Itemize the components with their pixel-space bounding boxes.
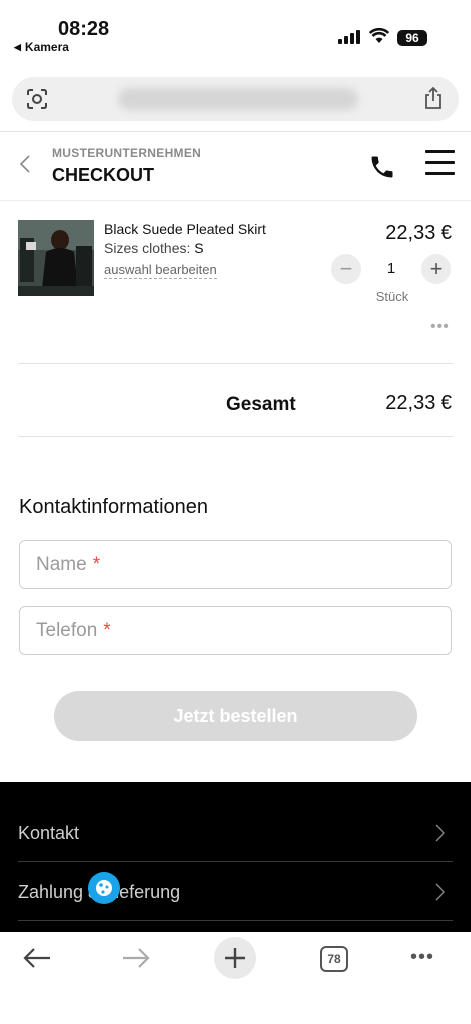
cookie-glyph bbox=[96, 880, 112, 896]
arrow-left-icon[interactable] bbox=[22, 946, 52, 970]
edit-selection-link[interactable]: auswahl bearbeiten bbox=[104, 262, 217, 279]
menu-line bbox=[425, 150, 455, 153]
total-label: Gesamt bbox=[226, 394, 296, 415]
product-size: Sizes clothes: S bbox=[104, 240, 204, 256]
phone-placeholder: Telefon bbox=[36, 619, 98, 641]
site-footer: Kontakt Zahlung & Lieferung bbox=[0, 782, 471, 932]
wifi-icon bbox=[369, 28, 389, 43]
quantity-unit: Stück bbox=[375, 289, 409, 304]
quantity-value: 1 bbox=[386, 260, 396, 277]
arrow-right-icon[interactable] bbox=[121, 946, 151, 970]
required-mark: * bbox=[103, 619, 111, 641]
chevron-left-icon[interactable] bbox=[18, 154, 32, 174]
name-field[interactable]: Name * bbox=[19, 540, 452, 589]
phone-icon[interactable] bbox=[368, 153, 396, 181]
product-thumbnail[interactable] bbox=[18, 220, 94, 296]
total-price: 22,33 € bbox=[385, 392, 452, 414]
phone-field[interactable]: Telefon * bbox=[19, 606, 452, 655]
company-name: MUSTERUNTERNEHMEN bbox=[52, 146, 202, 160]
hamburger-menu-icon[interactable] bbox=[425, 150, 455, 178]
chevron-right-icon bbox=[435, 883, 445, 901]
more-options-icon[interactable]: ••• bbox=[430, 318, 450, 336]
quantity-decrease-button[interactable]: − bbox=[331, 254, 361, 284]
page-title: CHECKOUT bbox=[52, 165, 154, 185]
battery-indicator: 96 bbox=[397, 30, 427, 46]
name-placeholder: Name bbox=[36, 553, 87, 575]
minus-icon: − bbox=[339, 256, 353, 281]
url-text-blurred bbox=[118, 88, 358, 110]
back-app-label: Kamera bbox=[24, 40, 69, 54]
share-icon[interactable] bbox=[423, 86, 443, 110]
cellular-signal-icon bbox=[338, 30, 360, 44]
quantity-increase-button[interactable]: + bbox=[421, 254, 451, 284]
back-triangle-icon: ◀ bbox=[14, 41, 21, 52]
size-label: Sizes clothes: bbox=[104, 240, 191, 256]
tabs-count-button[interactable]: 78 bbox=[320, 946, 348, 972]
browser-toolbar: 78 ••• bbox=[0, 932, 471, 1024]
divider bbox=[0, 131, 471, 132]
back-to-app-link[interactable]: ◀ Kamera bbox=[14, 40, 69, 54]
divider bbox=[0, 200, 471, 201]
page-tools-icon[interactable] bbox=[26, 88, 48, 110]
divider bbox=[18, 363, 453, 364]
product-name: Black Suede Pleated Skirt bbox=[104, 221, 266, 237]
cookie-icon[interactable] bbox=[88, 872, 120, 904]
place-order-button[interactable]: Jetzt bestellen bbox=[54, 691, 417, 741]
item-price: 22,33 € bbox=[385, 222, 452, 244]
product-photo-image bbox=[18, 220, 94, 296]
chevron-right-icon bbox=[435, 824, 445, 842]
footer-item-contact[interactable]: Kontakt bbox=[18, 804, 453, 862]
address-bar[interactable] bbox=[12, 77, 459, 121]
footer-item-payment-delivery[interactable]: Zahlung & Lieferung bbox=[18, 863, 453, 921]
size-value: S bbox=[194, 240, 204, 256]
more-icon[interactable]: ••• bbox=[410, 946, 434, 969]
plus-icon bbox=[225, 948, 245, 968]
footer-item-label: Kontakt bbox=[18, 823, 80, 843]
status-time: 08:28 bbox=[58, 18, 110, 40]
new-tab-button[interactable] bbox=[214, 937, 256, 979]
status-bar: 08:28 ◀ Kamera 96 bbox=[0, 0, 471, 64]
menu-line bbox=[425, 172, 455, 175]
required-mark: * bbox=[92, 553, 101, 575]
plus-icon: + bbox=[429, 256, 443, 281]
divider bbox=[18, 436, 453, 437]
contact-section-title: Kontaktinformationen bbox=[19, 496, 209, 518]
menu-line bbox=[425, 161, 455, 164]
